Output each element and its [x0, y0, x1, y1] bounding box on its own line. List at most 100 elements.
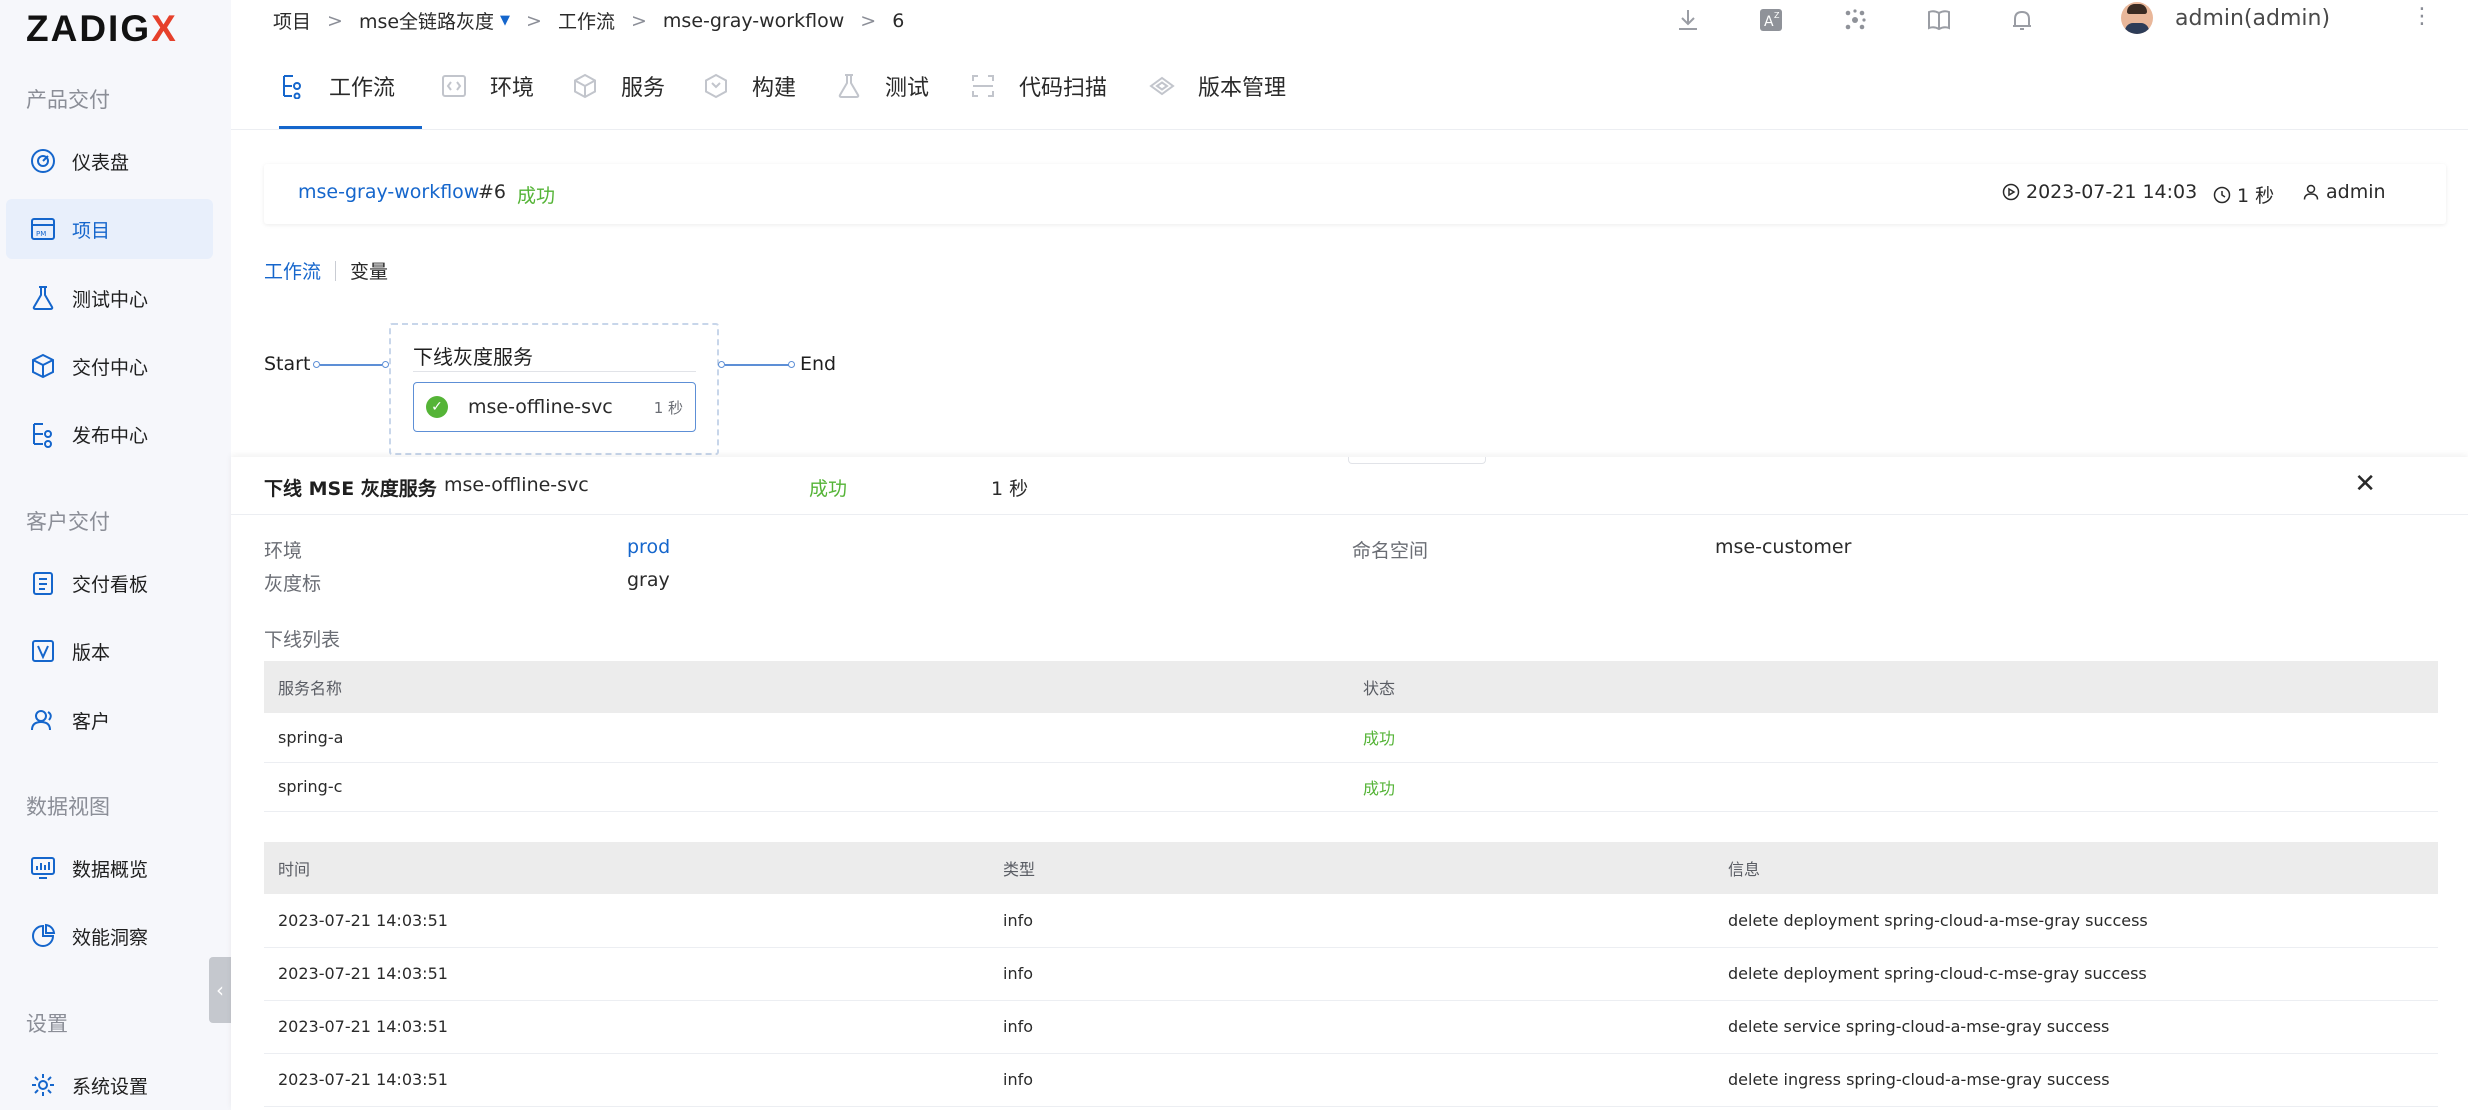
section-title-product-delivery: 产品交付: [26, 88, 110, 112]
breadcrumb-workflow-name[interactable]: mse-gray-workflow: [663, 10, 844, 32]
section-title-customer-delivery: 客户交付: [26, 510, 110, 534]
breadcrumb-project-name[interactable]: mse全链路灰度: [359, 7, 494, 34]
time-cell: 2023-07-21 14:03:51: [264, 1053, 989, 1107]
offline-list-label: 下线列表: [264, 629, 341, 651]
close-icon[interactable]: ✕: [2354, 469, 2376, 499]
delivery-center-icon: [28, 351, 58, 381]
type-cell: info: [989, 947, 1714, 1001]
gray-tag-label: 灰度标: [264, 573, 322, 595]
column-header: 类型: [989, 842, 1714, 894]
sidebar: ZADIGX 产品交付 仪表盘 PM 项目 测试中心 交付中心 发布中心 客户交…: [0, 0, 231, 1110]
plugin-icon[interactable]: [1841, 6, 1869, 34]
breadcrumb-separator: >: [630, 9, 647, 32]
breadcrumb-separator: >: [526, 9, 542, 32]
avatar: [2121, 2, 2153, 34]
project-icon: PM: [28, 214, 58, 244]
customer-icon: [28, 705, 58, 735]
env-value[interactable]: prod: [627, 536, 670, 558]
more-vertical-icon[interactable]: ⋮: [2411, 4, 2433, 29]
svg-text:Z: Z: [1774, 11, 1780, 20]
data-overview-icon: [28, 853, 58, 883]
insight-icon: [28, 921, 58, 951]
user-menu[interactable]: admin(admin): [2121, 2, 2330, 34]
section-title-data-view: 数据视图: [26, 795, 110, 819]
docs-icon[interactable]: [1925, 6, 1953, 34]
sidebar-item-insight[interactable]: 效能洞察: [6, 906, 213, 966]
sidebar-item-release-center[interactable]: 发布中心: [6, 404, 213, 464]
user-icon: [2303, 184, 2319, 200]
panel-header: 下线 MSE 灰度服务 mse-offline-svc 成功 1 秒 ✕: [231, 457, 2468, 515]
subtab-variables[interactable]: 变量: [350, 257, 388, 284]
stage-title: 下线灰度服务: [413, 345, 533, 369]
dashboard-icon: [28, 146, 58, 176]
namespace-label: 命名空间: [1352, 540, 1429, 562]
sidebar-item-customer[interactable]: 客户: [6, 690, 213, 750]
version-icon: [28, 636, 58, 666]
sidebar-item-delivery-board[interactable]: 交付看板: [6, 553, 213, 613]
env-label: 环境: [264, 540, 303, 562]
breadcrumb-projects[interactable]: 项目: [273, 7, 311, 34]
sidebar-item-dashboard[interactable]: 仪表盘: [6, 131, 213, 191]
table-row: 2023-07-21 14:03:51 info delete ingress …: [264, 1053, 2438, 1107]
sidebar-item-project[interactable]: PM 项目: [6, 199, 213, 259]
workflow-name-link[interactable]: mse-gray-workflow: [298, 181, 479, 203]
job-card[interactable]: ✓ mse-offline-svc 1 秒: [413, 382, 696, 432]
run-duration: 1 秒: [2213, 181, 2274, 208]
offline-services-table: 服务名称 状态 spring-a 成功 spring-c 成功: [264, 661, 2438, 812]
bell-icon[interactable]: [2008, 6, 2036, 34]
project-tabs: 工作流 环境 服务 构建 测试 代码扫描 版本管理: [231, 42, 2468, 130]
message-cell: delete service spring-cloud-a-mse-gray s…: [1714, 1000, 2438, 1054]
operation-log-table: 时间 类型 信息 2023-07-21 14:03:51 info delete…: [264, 842, 2438, 1107]
pipeline-end: End: [800, 353, 837, 375]
run-summary-bar: mse-gray-workflow #6 成功 2023-07-21 14:03…: [264, 164, 2446, 224]
sidebar-collapse-handle[interactable]: ‹: [209, 957, 231, 1023]
delivery-board-icon: [28, 568, 58, 598]
translate-icon[interactable]: AZ: [1757, 6, 1785, 34]
gear-icon: [28, 1070, 58, 1100]
test-icon: [835, 72, 863, 100]
column-header: 服务名称: [264, 661, 1349, 713]
table-row: 2023-07-21 14:03:51 info delete deployme…: [264, 894, 2438, 948]
version-manage-icon: [1148, 72, 1176, 100]
environment-icon: [440, 72, 468, 100]
status-cell: 成功: [1349, 762, 2438, 812]
tab-build[interactable]: 构建: [702, 70, 796, 102]
sidebar-item-system-settings[interactable]: 系统设置: [6, 1055, 213, 1110]
type-cell: info: [989, 1000, 1714, 1054]
run-start-time: 2023-07-21 14:03: [2002, 181, 2197, 203]
job-status: 成功: [809, 478, 848, 500]
download-icon[interactable]: [1674, 6, 1702, 34]
build-icon: [702, 72, 730, 100]
tab-workflow[interactable]: 工作流: [279, 70, 395, 102]
tab-environment[interactable]: 环境: [440, 70, 534, 102]
job-service-name: mse-offline-svc: [444, 474, 589, 496]
tab-version-management[interactable]: 版本管理: [1148, 70, 1286, 102]
column-header: 状态: [1349, 661, 2438, 713]
breadcrumb-separator: >: [327, 9, 343, 32]
column-header: 信息: [1714, 842, 2438, 894]
sidebar-item-test-center[interactable]: 测试中心: [6, 268, 213, 328]
subtab-workflow[interactable]: 工作流: [264, 257, 321, 284]
divider: [413, 371, 696, 372]
run-number: #6: [478, 181, 507, 203]
tab-test[interactable]: 测试: [835, 70, 929, 102]
tab-code-scan[interactable]: 代码扫描: [969, 70, 1107, 102]
breadcrumb-workflows[interactable]: 工作流: [558, 7, 615, 34]
tab-service[interactable]: 服务: [571, 70, 665, 102]
sidebar-item-version[interactable]: 版本: [6, 621, 213, 681]
zadigx-logo[interactable]: ZADIGX: [26, 8, 178, 50]
sidebar-item-data-overview[interactable]: 数据概览: [6, 838, 213, 898]
user-name: admin(admin): [2175, 5, 2331, 31]
column-header: 时间: [264, 842, 989, 894]
sidebar-item-delivery-center[interactable]: 交付中心: [6, 336, 213, 396]
message-cell: delete ingress spring-cloud-a-mse-gray s…: [1714, 1053, 2438, 1107]
stage-offline-gray: 下线灰度服务 ✓ mse-offline-svc 1 秒: [389, 323, 719, 455]
chevron-left-icon: ‹: [216, 978, 224, 1002]
caret-down-icon[interactable]: ▼: [500, 13, 510, 28]
svg-text:PM: PM: [36, 230, 46, 238]
table-row: 2023-07-21 14:03:51 info delete service …: [264, 1000, 2438, 1054]
connector-dot: [313, 361, 320, 368]
success-check-icon: ✓: [426, 396, 448, 418]
table-header-row: 服务名称 状态: [264, 661, 2438, 713]
connector-dot: [382, 361, 389, 368]
